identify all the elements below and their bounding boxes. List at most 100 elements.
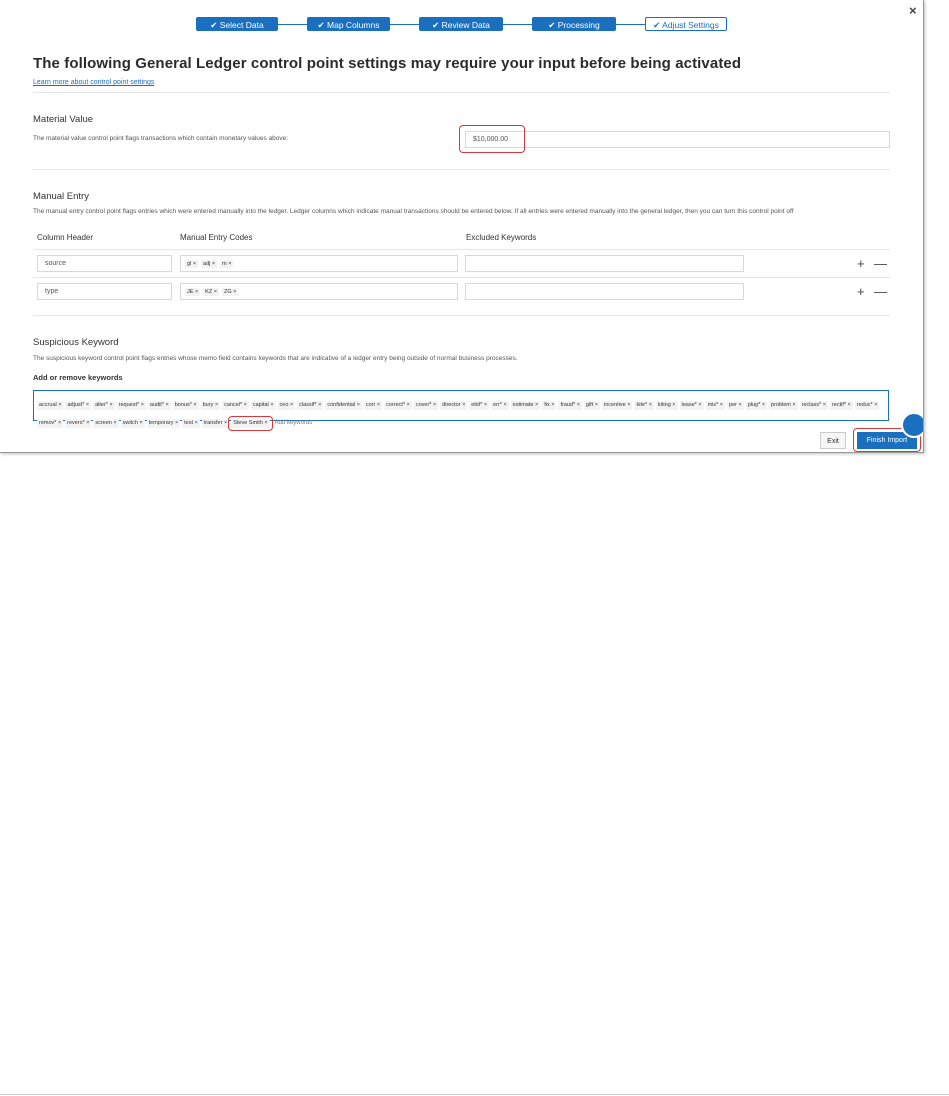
keyword-chip[interactable]: corr × — [363, 401, 383, 410]
remove-icon[interactable]: × — [270, 402, 273, 408]
keyword-chip[interactable]: reclass* × — [799, 401, 828, 410]
remove-icon[interactable]: × — [462, 402, 465, 408]
keyword-chip[interactable]: ceo × — [277, 401, 296, 410]
keyword-chip[interactable]: cover* × — [413, 401, 439, 410]
remove-icon[interactable]: × — [792, 402, 795, 408]
remove-icon[interactable]: × — [113, 420, 116, 426]
keyword-chip[interactable]: mis* × — [705, 401, 726, 410]
keyword-chip[interactable]: err* × — [491, 401, 509, 410]
remove-icon[interactable]: × — [357, 402, 360, 408]
add-keywords-field[interactable]: Add keywords — [275, 420, 313, 426]
keyword-chip[interactable]: accrual × — [37, 401, 64, 410]
keyword-chip[interactable]: screen × — [93, 419, 119, 428]
remove-icon[interactable]: × — [739, 402, 742, 408]
keyword-chip[interactable]: kiting × — [655, 401, 678, 410]
remove-icon[interactable]: × — [535, 402, 538, 408]
column-header-input[interactable]: source — [37, 255, 172, 272]
keyword-chip[interactable]: director × — [440, 401, 468, 410]
keyword-chip[interactable]: fix × — [542, 401, 557, 410]
remove-icon[interactable]: × — [627, 402, 630, 408]
remove-icon[interactable]: × — [433, 402, 436, 408]
remove-icon[interactable]: × — [484, 402, 487, 408]
remove-icon[interactable]: × — [58, 420, 61, 426]
close-icon[interactable]: × — [909, 3, 917, 18]
keyword-chip[interactable]: estimate × — [510, 401, 541, 410]
column-header-input[interactable]: type — [37, 283, 172, 300]
remove-icon[interactable]: × — [649, 402, 652, 408]
keyword-chip[interactable]: transfer × — [201, 419, 230, 428]
material-value-input[interactable]: $10,000.00 — [465, 131, 890, 148]
remove-icon[interactable]: × — [874, 402, 877, 408]
keyword-chip[interactable]: incentive × — [602, 401, 633, 410]
keyword-chip[interactable]: remov* × — [37, 419, 64, 428]
code-chip[interactable]: m × — [220, 260, 234, 268]
exit-button[interactable]: Exit — [820, 432, 846, 449]
keyword-chip[interactable]: rectif* × — [829, 401, 853, 410]
remove-icon[interactable]: × — [720, 402, 723, 408]
remove-icon[interactable]: × — [139, 420, 142, 426]
manual-entry-codes-input[interactable]: gl × adj × m × — [180, 255, 458, 272]
step-adjust-settings[interactable]: ✔ Adjust Settings — [645, 17, 727, 31]
keyword-chip[interactable]: alter* × — [93, 401, 115, 410]
remove-icon[interactable]: × — [212, 261, 215, 267]
code-chip[interactable]: JE × — [185, 288, 201, 296]
keyword-chip[interactable]: audit* × — [147, 401, 171, 410]
remove-icon[interactable]: × — [762, 402, 765, 408]
remove-icon[interactable]: × — [377, 402, 380, 408]
keyword-chip[interactable]: classif* × — [297, 401, 324, 410]
manual-entry-codes-input[interactable]: JE × KZ × ZG × — [180, 283, 458, 300]
remove-icon[interactable]: × — [215, 402, 218, 408]
keyword-chip[interactable]: adjust* × — [65, 401, 92, 410]
remove-icon[interactable]: × — [551, 402, 554, 408]
learn-more-link[interactable]: Learn more about control point settings — [33, 79, 154, 86]
remove-icon[interactable]: × — [224, 420, 227, 426]
keywords-input[interactable]: accrual × adjust* × alter* × request* × audi… — [33, 390, 889, 428]
keyword-chip[interactable]: plug* × — [745, 401, 768, 410]
keyword-chip[interactable]: confidential × — [325, 401, 362, 410]
keyword-chip[interactable]: problem × — [769, 401, 798, 410]
remove-icon[interactable]: × — [214, 289, 217, 295]
keyword-chip[interactable]: lease* × — [679, 401, 704, 410]
remove-icon[interactable]: × — [141, 402, 144, 408]
keyword-chip[interactable]: reduc* × — [854, 401, 880, 410]
remove-icon[interactable]: × — [823, 402, 826, 408]
code-chip[interactable]: gl × — [185, 260, 199, 268]
keyword-chip[interactable]: fraud* × — [558, 401, 582, 410]
keyword-chip[interactable]: request* × — [116, 401, 146, 410]
remove-icon[interactable]: × — [228, 261, 231, 267]
keyword-chip[interactable]: bury × — [200, 401, 221, 410]
add-row-icon[interactable]: + — [857, 284, 865, 299]
step-review-data[interactable]: ✔ Review Data — [419, 17, 503, 31]
remove-icon[interactable]: × — [848, 402, 851, 408]
keyword-chip[interactable]: correct* × — [384, 401, 412, 410]
remove-icon[interactable]: × — [195, 420, 198, 426]
remove-row-icon[interactable]: — — [874, 284, 887, 299]
step-map-columns[interactable]: ✔ Map Columns — [307, 17, 390, 31]
remove-icon[interactable]: × — [86, 420, 89, 426]
remove-icon[interactable]: × — [175, 420, 178, 426]
keyword-chip[interactable]: cancel* × — [222, 401, 249, 410]
help-chat-icon[interactable] — [901, 412, 923, 438]
remove-icon[interactable]: × — [244, 402, 247, 408]
remove-icon[interactable]: × — [233, 289, 236, 295]
remove-row-icon[interactable]: — — [874, 256, 887, 271]
excluded-keywords-input[interactable] — [465, 283, 744, 300]
remove-icon[interactable]: × — [290, 402, 293, 408]
code-chip[interactable]: ZG × — [221, 288, 239, 296]
step-processing[interactable]: ✔ Processing — [532, 17, 616, 31]
keyword-chip[interactable]: test × — [182, 419, 200, 428]
remove-icon[interactable]: × — [407, 402, 410, 408]
remove-icon[interactable]: × — [698, 402, 701, 408]
remove-icon[interactable]: × — [193, 402, 196, 408]
add-row-icon[interactable]: + — [857, 256, 865, 271]
remove-icon[interactable]: × — [86, 402, 89, 408]
keyword-chip[interactable]: bonus* × — [172, 401, 199, 410]
remove-icon[interactable]: × — [503, 402, 506, 408]
remove-icon[interactable]: × — [195, 289, 198, 295]
code-chip[interactable]: KZ × — [203, 288, 219, 296]
remove-icon[interactable]: × — [166, 402, 169, 408]
keyword-chip[interactable]: temporary × — [146, 419, 181, 428]
keyword-chip[interactable]: per × — [727, 401, 744, 410]
keyword-chip[interactable]: revers* × — [65, 419, 92, 428]
keyword-chip[interactable]: ebit* × — [469, 401, 490, 410]
